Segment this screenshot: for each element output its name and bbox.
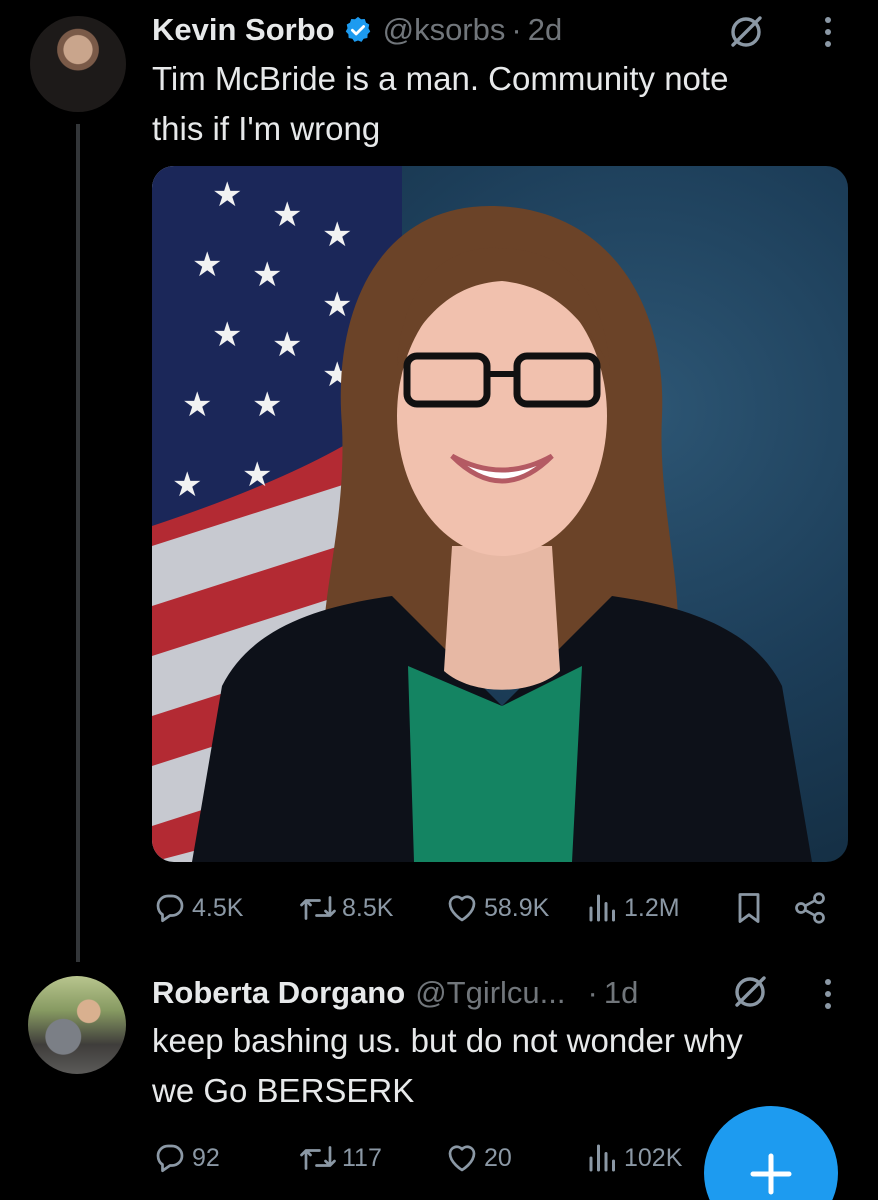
repost-count: 8.5K (342, 893, 394, 922)
like-button[interactable]: 20 (444, 1140, 512, 1176)
bookmark-icon (738, 893, 760, 923)
svg-text:★: ★ (322, 215, 352, 255)
svg-text:★: ★ (212, 175, 242, 215)
reply-count: 92 (192, 1143, 220, 1172)
reply-icon (156, 1144, 184, 1173)
more-vertical-icon[interactable] (819, 14, 837, 55)
repost-icon (300, 1146, 336, 1170)
reply-author-name[interactable]: Roberta Dorgano (152, 975, 405, 1011)
author-name[interactable]: Kevin Sorbo (152, 12, 335, 48)
tweet-time[interactable]: 2d (528, 12, 562, 48)
svg-text:★: ★ (182, 385, 212, 425)
svg-text:★: ★ (242, 455, 272, 495)
more-vertical-icon[interactable] (819, 976, 837, 1017)
reply-header: Roberta Dorgano @Tgirlcu... · 1d (152, 971, 638, 1015)
reply-icon (156, 894, 184, 923)
separator-dot: · (587, 975, 598, 1010)
svg-text:★: ★ (272, 325, 302, 365)
thread-connector-line (76, 124, 80, 962)
svg-text:★: ★ (252, 255, 282, 295)
reply-author-avatar[interactable] (28, 976, 126, 1074)
repost-button[interactable]: 117 (298, 1140, 382, 1176)
repost-count: 117 (342, 1143, 382, 1172)
svg-text:★: ★ (172, 465, 202, 505)
svg-text:★: ★ (272, 195, 302, 235)
svg-text:★: ★ (252, 385, 282, 425)
svg-text:★: ★ (212, 315, 242, 355)
author-handle[interactable]: @ksorbs (383, 12, 506, 48)
svg-text:★: ★ (322, 285, 352, 325)
views-count: 102K (624, 1143, 683, 1172)
like-icon (448, 895, 476, 922)
timeline: Kevin Sorbo @ksorbs · 2d Tim McBride is … (0, 0, 878, 1200)
reply-author-handle[interactable]: @Tgirlcu... (415, 975, 565, 1011)
views-icon (589, 1144, 615, 1172)
plus-icon (750, 1153, 792, 1195)
separator-dot: · (511, 12, 522, 47)
bookmark-button[interactable] (732, 890, 766, 926)
views-button[interactable]: 1.2M (586, 890, 680, 926)
share-icon (795, 892, 825, 924)
reply-button[interactable]: 4.5K (152, 890, 243, 926)
repost-icon (300, 896, 336, 920)
tweet-text: Tim McBride is a man. Community note thi… (152, 60, 729, 147)
svg-text:★: ★ (192, 245, 222, 285)
reply-time[interactable]: 1d (604, 975, 638, 1011)
grok-slash-icon[interactable] (730, 972, 770, 1017)
views-button[interactable]: 102K (586, 1140, 682, 1176)
photo-illustration: ★ ★ ★ ★ ★ ★ ★ ★ ★ ★ ★ ★ ★ (152, 166, 812, 862)
reply-button[interactable]: 92 (152, 1140, 220, 1176)
grok-slash-icon[interactable] (726, 12, 766, 57)
views-icon (589, 894, 615, 922)
tweet-photo[interactable]: ★ ★ ★ ★ ★ ★ ★ ★ ★ ★ ★ ★ ★ (152, 166, 848, 862)
like-icon (448, 1145, 476, 1172)
repost-button[interactable]: 8.5K (298, 890, 393, 926)
like-count: 58.9K (484, 893, 550, 922)
verified-badge-icon (343, 15, 373, 45)
share-button[interactable] (792, 890, 828, 926)
compose-fab-button[interactable] (704, 1106, 838, 1200)
reply-text: keep bashing us. but do not wonder why w… (152, 1022, 743, 1109)
like-button[interactable]: 58.9K (444, 890, 549, 926)
like-count: 20 (484, 1143, 512, 1172)
reply-count: 4.5K (192, 893, 244, 922)
author-avatar[interactable] (30, 16, 126, 112)
tweet-header: Kevin Sorbo @ksorbs · 2d (152, 8, 562, 52)
views-count: 1.2M (624, 893, 680, 922)
